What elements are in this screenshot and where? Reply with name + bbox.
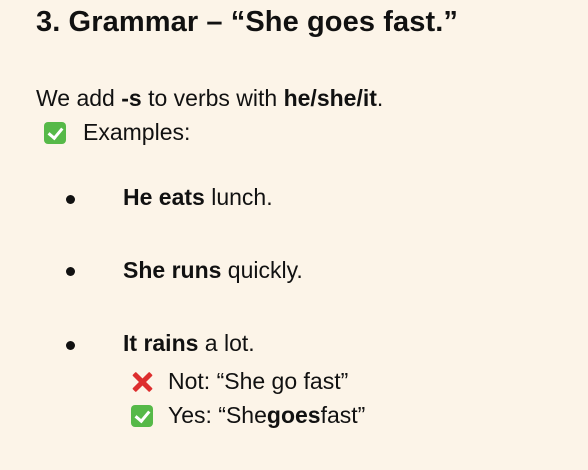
example-subject-verb: He eats bbox=[123, 184, 205, 210]
list-item: It rains a lot. bbox=[123, 330, 255, 357]
correct-example-end: fast” bbox=[320, 402, 366, 428]
page-title: 3. Grammar – “She goes fast.” bbox=[36, 6, 458, 38]
suffix-s: -s bbox=[121, 85, 142, 111]
check-mark-icon bbox=[44, 121, 66, 144]
check-mark-icon bbox=[131, 404, 153, 427]
rule-text-end: . bbox=[376, 85, 384, 111]
example-rest: a lot. bbox=[198, 330, 255, 356]
correct-example-start: Yes: “She bbox=[168, 402, 267, 428]
incorrect-example-text: Not: “She go fast” bbox=[168, 368, 349, 394]
example-subject-verb: She runs bbox=[123, 257, 222, 283]
cross-mark-icon bbox=[131, 371, 153, 393]
list-item: She runs quickly. bbox=[123, 257, 303, 284]
examples-label: Examples: bbox=[83, 119, 191, 145]
example-rest: quickly. bbox=[221, 257, 303, 283]
rule-text-start: We add bbox=[36, 85, 122, 111]
list-item: He eats lunch. bbox=[123, 184, 273, 211]
correct-verb: goes bbox=[266, 402, 321, 428]
bullet-icon bbox=[66, 195, 75, 204]
rule-text-middle: to verbs with bbox=[141, 85, 284, 111]
incorrect-example: Not: “She go fast” bbox=[131, 368, 348, 395]
bullet-icon bbox=[66, 341, 75, 350]
correct-example: Yes: “She goes fast” bbox=[131, 402, 365, 429]
pronoun-list: he/she/it bbox=[283, 85, 377, 111]
example-subject-verb: It rains bbox=[123, 330, 199, 356]
rule-sentence: We add -s to verbs with he/she/it. bbox=[36, 85, 383, 112]
example-rest: lunch. bbox=[204, 184, 273, 210]
examples-header: Examples: bbox=[44, 119, 190, 146]
bullet-icon bbox=[66, 267, 75, 276]
